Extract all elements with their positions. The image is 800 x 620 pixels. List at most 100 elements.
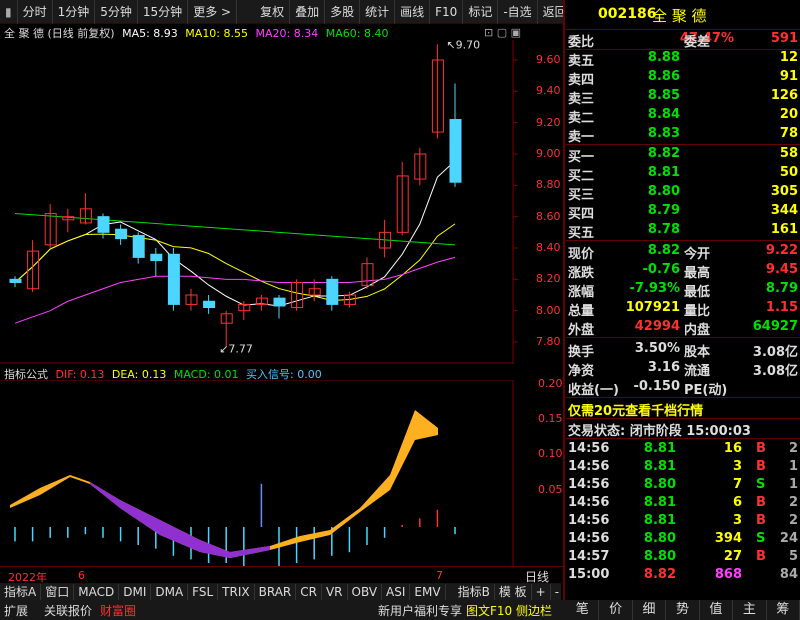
chart-window-controls[interactable]: ⊡ ▢ ▣: [484, 26, 521, 39]
price-tick: 8.20: [536, 272, 561, 286]
indicator-tab-14[interactable]: 模 板: [495, 584, 532, 600]
right-tab-3[interactable]: 势: [666, 600, 700, 620]
toolbar-item-more[interactable]: 更多 >: [188, 0, 238, 24]
quote-row: 涨幅 -7.93% 最低 8.79: [566, 281, 800, 300]
bid-price: 8.80: [647, 184, 680, 199]
indicator-tab-9[interactable]: VR: [322, 584, 348, 600]
f10-button[interactable]: 图文F10: [466, 602, 512, 619]
indicator-tab-3[interactable]: DMI: [119, 584, 152, 600]
indicator-tab-10[interactable]: OBV: [348, 584, 383, 600]
ma60-label: MA60: 8.40: [325, 27, 389, 40]
indicator-tab-7[interactable]: BRAR: [255, 584, 297, 600]
candle-body: [9, 278, 22, 283]
indicator-tab-2[interactable]: MACD: [74, 584, 120, 600]
tick-price: 8.82: [643, 567, 676, 582]
indicator-tab-8[interactable]: CR: [296, 584, 322, 600]
stats-value: 3.16: [647, 360, 680, 375]
tick-volume: 7: [732, 477, 742, 492]
tick-direction: S: [756, 531, 766, 546]
weicha-value: 591: [770, 31, 798, 46]
candlestick-chart[interactable]: ↖9.70 ↙7.77: [0, 40, 566, 364]
low-annotation: ↙7.77: [219, 343, 253, 356]
quote-value: -7.93%: [629, 281, 681, 296]
right-tab-5[interactable]: 主: [733, 600, 767, 620]
indicator-tab-15[interactable]: +: [532, 584, 551, 600]
tick-volume: 3: [732, 459, 742, 474]
assoc-quote-button[interactable]: 关联报价: [44, 602, 92, 619]
ask-label: 卖三: [568, 92, 595, 107]
ask-row: 卖四 8.86 91: [566, 69, 800, 88]
price-tick: 8.80: [536, 178, 561, 192]
ask-volume: 78: [779, 126, 798, 141]
tick-price: 8.81: [643, 441, 676, 456]
tick-row: 14:56 8.80 7 S 1: [566, 477, 800, 496]
indicator-tab-13[interactable]: 指标B: [454, 584, 495, 600]
toolbar-item-diejia[interactable]: 叠加: [290, 0, 326, 24]
toolbar-item-1min[interactable]: 1分钟: [53, 0, 96, 24]
toolbar-item-zixuan[interactable]: -自选: [498, 0, 538, 24]
candle-body: [326, 278, 339, 305]
promo-text: 仅需20元查看千档行情: [568, 404, 704, 419]
right-tab-4[interactable]: 值: [700, 600, 734, 620]
toolbar-item-tongji[interactable]: 统计: [360, 0, 396, 24]
toolbar-icon[interactable]: ▮: [0, 0, 18, 24]
bid-row: 买三 8.80 305: [566, 184, 800, 203]
price-tick: 9.60: [536, 53, 561, 66]
wealth-circle-button[interactable]: 财富圈: [100, 602, 136, 619]
tick-price: 8.80: [643, 531, 676, 546]
right-tab-1[interactable]: 价: [599, 600, 633, 620]
quote-value-2: 1.15: [765, 300, 798, 315]
bid-row: 买四 8.79 344: [566, 203, 800, 222]
indicator-tab-1[interactable]: 窗口: [41, 584, 75, 600]
bid-price: 8.81: [647, 165, 680, 180]
price-tick: 9.20: [536, 115, 561, 129]
indicator-tab-12[interactable]: EMV: [410, 584, 446, 600]
toolbar-item-fuquan[interactable]: 复权: [255, 0, 291, 24]
bid-volume: 50: [779, 165, 798, 180]
stats-value-2: 3.08亿: [752, 345, 798, 360]
price-tick: 8.00: [536, 303, 561, 317]
toolbar-item-huaxian[interactable]: 画线: [395, 0, 431, 24]
toolbar-item-biaoji[interactable]: 标记: [463, 0, 499, 24]
bid-row: 买二 8.81 50: [566, 165, 800, 184]
toolbar-item-fenshi[interactable]: 分时: [18, 0, 53, 24]
quote-value: 107921: [625, 300, 680, 315]
right-tab-6[interactable]: 筹: [767, 600, 800, 620]
tick-count: 1: [788, 477, 798, 492]
toolbar-item-duogu[interactable]: 多股: [325, 0, 361, 24]
right-tab-2[interactable]: 细: [633, 600, 667, 620]
tick-direction: B: [756, 495, 766, 510]
ext-button[interactable]: 扩展: [4, 602, 28, 619]
toolbar-item-f10[interactable]: F10: [430, 0, 464, 24]
tick-direction: B: [756, 549, 766, 564]
trade-status: 交易状态: 闭市阶段 15:00:03: [568, 424, 751, 439]
toolbar-item-5min[interactable]: 5分钟: [95, 0, 138, 24]
weibi-label: 委比: [568, 35, 595, 50]
right-tab-bar: 笔价细势值主筹: [566, 600, 800, 620]
tick-volume: 868: [714, 567, 742, 582]
date-month-6: 6: [78, 569, 85, 582]
bid-label: 买五: [568, 226, 595, 241]
quote-label-2: 内盘: [684, 323, 711, 338]
right-tab-0[interactable]: 笔: [566, 600, 600, 620]
bid-label: 买四: [568, 207, 595, 222]
indicator-chart[interactable]: [0, 380, 566, 566]
tick-time: 14:56: [568, 531, 610, 546]
newuser-button[interactable]: 新用户福利专享: [378, 602, 462, 619]
indicator-tab-5[interactable]: FSL: [188, 584, 219, 600]
tick-volume: 3: [732, 513, 742, 528]
high-annotation: ↖9.70: [446, 40, 480, 51]
stats-value-2: 3.08亿: [752, 364, 798, 379]
indicator-tab-11[interactable]: ASI: [382, 584, 411, 600]
indicator-tab-6[interactable]: TRIX: [218, 584, 255, 600]
ask-label: 卖四: [568, 73, 595, 88]
promo-row: 仅需20元查看千档行情: [566, 400, 800, 419]
indicator-tab-0[interactable]: 指标A: [0, 584, 42, 600]
tick-row: 14:56 8.81 6 B 2: [566, 495, 800, 514]
ask-price: 8.84: [647, 107, 680, 122]
ask-volume: 20: [779, 107, 798, 122]
sidebar-button[interactable]: 侧边栏: [516, 602, 552, 619]
toolbar-item-15min[interactable]: 15分钟: [138, 0, 189, 24]
ask-row: 卖三 8.85 126: [566, 88, 800, 107]
indicator-tab-4[interactable]: DMA: [151, 584, 189, 600]
